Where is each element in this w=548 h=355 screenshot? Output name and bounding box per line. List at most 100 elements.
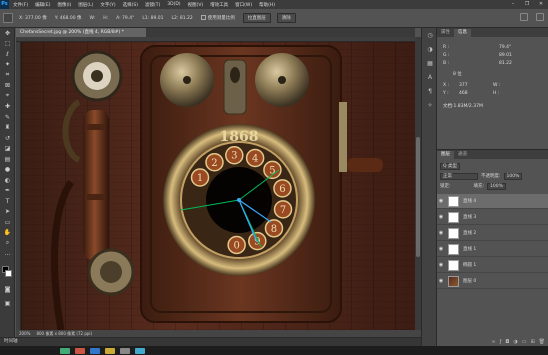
- mask-icon[interactable]: ◘: [505, 339, 509, 345]
- eraser-icon[interactable]: ◪: [0, 144, 15, 155]
- option-w: W:: [89, 15, 96, 21]
- options-bar: X: 377.00 像 Y: 468.00 像 W: H: A: 79.4° L…: [0, 9, 548, 28]
- info-r: R :: [443, 45, 450, 50]
- layer-name: 直线 3: [463, 215, 477, 220]
- fx-icon[interactable]: ƒ: [500, 339, 502, 345]
- timeline-panel[interactable]: 时间轴: [0, 337, 421, 346]
- visibility-eye-icon[interactable]: ◉: [437, 230, 445, 236]
- document-tab[interactable]: ChefansSecret.jpg @ 200% (直线 4, RGB/8#) …: [16, 28, 146, 37]
- crop-icon[interactable]: ⌗: [0, 70, 15, 81]
- taskbar: [0, 346, 548, 355]
- adjustments-icon[interactable]: ◑: [422, 42, 438, 56]
- link-icon[interactable]: ∞: [491, 339, 495, 345]
- layer-thumbnail: [448, 275, 459, 287]
- trash-icon[interactable]: 🗑: [539, 339, 545, 345]
- document-canvas[interactable]: 1868 1234567890: [21, 42, 415, 330]
- history-icon[interactable]: ◷: [422, 28, 438, 42]
- marquee-icon[interactable]: ⬚: [0, 39, 15, 50]
- pen-icon[interactable]: ✒: [0, 186, 15, 197]
- layer-row[interactable]: ◉ 图层 0: [437, 274, 548, 289]
- menu-view[interactable]: 视图(V): [188, 2, 204, 8]
- straighten-layer-button[interactable]: 拉直图层: [242, 13, 271, 23]
- visibility-eye-icon[interactable]: ◉: [437, 262, 445, 268]
- new-layer-icon[interactable]: ⊞: [530, 339, 534, 345]
- search-icon[interactable]: [520, 13, 528, 21]
- menu-edit[interactable]: 编辑(E): [35, 2, 50, 8]
- menu-3d[interactable]: 3D(D): [167, 2, 180, 7]
- dial-number: 7: [280, 205, 286, 216]
- adjust-icon[interactable]: ◑: [513, 339, 517, 345]
- menu-window[interactable]: 窗口(W): [235, 2, 252, 8]
- maximize-button[interactable]: ❐: [520, 0, 534, 9]
- lock-row: 锁定: 填充: 100%: [440, 182, 506, 190]
- fill-input[interactable]: 100%: [487, 182, 506, 190]
- quick-mask-icon[interactable]: ◙: [0, 284, 15, 295]
- panel-dock: 属性 信息 R : G : B : 79.4° 89.01 81.22 8 位 …: [437, 28, 548, 346]
- path-select-icon[interactable]: ➤: [0, 207, 15, 218]
- layer-filter-row: Q 类型: [440, 162, 460, 170]
- stamp-icon[interactable]: ♜: [0, 123, 15, 134]
- scroll-thumb[interactable]: [416, 137, 420, 257]
- layer-row[interactable]: ◉ 直线 4: [437, 194, 548, 209]
- layer-row[interactable]: ◉ 直线 2: [437, 226, 548, 241]
- shape-icon[interactable]: ▭: [0, 217, 15, 228]
- gradient-icon[interactable]: ▤: [0, 154, 15, 165]
- tab-properties[interactable]: 属性: [437, 29, 454, 37]
- menu-type[interactable]: 文字(Y): [100, 2, 115, 8]
- info-d2: 81.22: [499, 61, 512, 66]
- minimize-button[interactable]: –: [506, 0, 520, 9]
- menu-image[interactable]: 图像(I): [57, 2, 71, 8]
- zoom-level[interactable]: 200%: [19, 331, 30, 336]
- tab-channels[interactable]: 通道: [454, 151, 471, 159]
- artwork: 1868 123 4567890: [50, 45, 383, 330]
- layer-row[interactable]: ◉ 直线 3: [437, 210, 548, 225]
- close-button[interactable]: ✕: [534, 0, 548, 9]
- menu-help[interactable]: 帮助(H): [259, 2, 275, 8]
- eyedropper-icon[interactable]: ⌖: [0, 91, 15, 102]
- layer-row[interactable]: ◉ 直线 1: [437, 242, 548, 257]
- hand-icon[interactable]: ✋: [0, 228, 15, 239]
- menu-file[interactable]: 文件(F): [13, 2, 28, 8]
- heal-icon[interactable]: ✚: [0, 102, 15, 113]
- ruler-tool-preset-icon[interactable]: [3, 13, 13, 23]
- dodge-icon[interactable]: ◐: [0, 175, 15, 186]
- layers-footer: ∞ ƒ ◘ ◑ ▭ ⊞ 🗑: [437, 337, 548, 347]
- zoom-icon[interactable]: ⌕: [0, 238, 15, 249]
- move-icon[interactable]: ✥: [0, 28, 15, 39]
- lasso-icon[interactable]: ℓ: [0, 49, 15, 60]
- visibility-eye-icon[interactable]: ◉: [437, 246, 445, 252]
- menu-select[interactable]: 选择(S): [123, 2, 138, 8]
- swatches-icon[interactable]: ▦: [422, 56, 438, 70]
- more-icon[interactable]: …: [0, 249, 15, 260]
- tab-info[interactable]: 信息: [454, 29, 471, 37]
- workspace-icon[interactable]: [536, 13, 544, 21]
- blur-icon[interactable]: ●: [0, 165, 15, 176]
- glyphs-icon[interactable]: ✧: [422, 98, 438, 112]
- dial-number: 3: [231, 151, 237, 162]
- paragraph-icon[interactable]: ¶: [422, 84, 438, 98]
- character-icon[interactable]: A: [422, 70, 438, 84]
- layer-thumbnail: [448, 243, 459, 255]
- history-brush-icon[interactable]: ↺: [0, 133, 15, 144]
- visibility-eye-icon[interactable]: ◉: [437, 214, 445, 220]
- use-scale-checkbox[interactable]: 使用测量比例: [200, 15, 235, 21]
- type-icon[interactable]: T: [0, 196, 15, 207]
- brush-icon[interactable]: ✎: [0, 112, 15, 123]
- screen-mode-icon[interactable]: ▣: [0, 298, 15, 309]
- wand-icon[interactable]: ✦: [0, 60, 15, 71]
- menu-filter[interactable]: 滤镜(T): [145, 2, 160, 8]
- layer-kind-filter[interactable]: Q 类型: [440, 162, 460, 170]
- blend-mode-select[interactable]: 正常: [440, 172, 478, 180]
- tab-layers[interactable]: 图层: [437, 151, 454, 159]
- layer-row[interactable]: ◉ 椭圆 1: [437, 258, 548, 273]
- folder-icon[interactable]: ▭: [522, 339, 527, 345]
- visibility-eye-icon[interactable]: ◉: [437, 278, 445, 284]
- clear-button[interactable]: 清除: [276, 13, 296, 23]
- menu-plugins[interactable]: 增效工具: [210, 2, 228, 8]
- visibility-eye-icon[interactable]: ◉: [437, 198, 445, 204]
- opacity-input[interactable]: 100%: [503, 172, 523, 180]
- background-color-swatch[interactable]: [5, 270, 12, 277]
- frame-icon[interactable]: ⊠: [0, 81, 15, 92]
- menu-layer[interactable]: 图层(L): [78, 2, 93, 8]
- menu-bar: Ps 文件(F) 编辑(E) 图像(I) 图层(L) 文字(Y) 选择(S) 滤…: [0, 0, 548, 9]
